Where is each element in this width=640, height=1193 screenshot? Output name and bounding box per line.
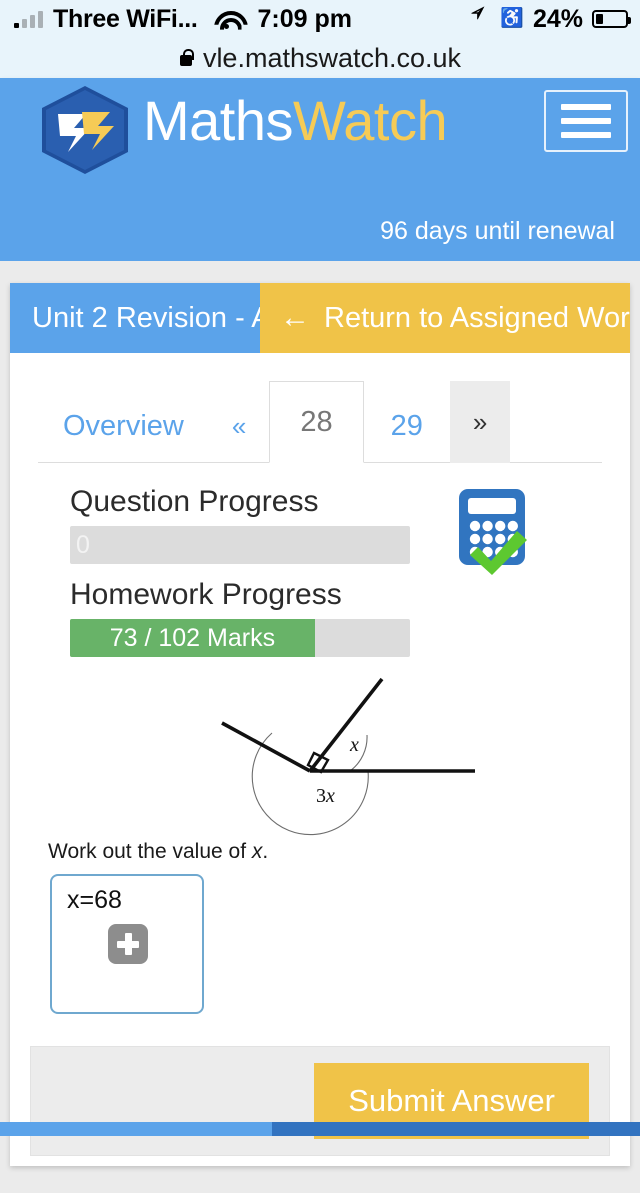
- question-pagination-tabs: Overview « 28 29 »: [38, 381, 602, 463]
- battery-percent-label: 24%: [532, 4, 583, 33]
- submit-bar: Submit Answer: [30, 1046, 610, 1156]
- question-progress-value: 0: [76, 530, 90, 559]
- headphones-icon: ♿: [500, 7, 524, 29]
- prompt-prefix: Work out the value of: [48, 840, 252, 863]
- return-label: Return to Assigned Work: [324, 301, 630, 334]
- brand-maths: Maths: [143, 89, 294, 152]
- url-text: vle.mathswatch.co.uk: [202, 42, 462, 73]
- homework-progress-label: Homework Progress: [70, 578, 342, 611]
- brand-wordmark: MathsWatch: [143, 88, 448, 153]
- question-progress-bar: 0: [70, 526, 410, 564]
- bottom-bar-right-segment: [272, 1122, 640, 1136]
- browser-address-bar[interactable]: vle.mathswatch.co.uk: [0, 38, 640, 78]
- bottom-bar-left-segment: [0, 1122, 272, 1136]
- status-bar-left: Three WiFi... 7:09 pm: [0, 5, 352, 34]
- homework-progress-value: 73 / 102 Marks: [70, 619, 315, 657]
- angle-label-3x: 3x: [316, 785, 335, 807]
- status-bar-clock: 7:09 pm: [257, 4, 352, 33]
- return-to-assigned-work-button[interactable]: ← Return to Assigned Work: [260, 283, 630, 353]
- location-arrow-icon: [473, 10, 491, 28]
- cellular-signal-icon: [14, 10, 43, 28]
- tab-prev[interactable]: «: [209, 390, 269, 462]
- arrow-left-icon: ←: [280, 301, 310, 334]
- answer-value: x=68: [67, 886, 122, 914]
- prompt-variable: x: [251, 840, 263, 863]
- bottom-progress-bar: [0, 1122, 640, 1136]
- ios-status-bar: Three WiFi... 7:09 pm ♿ 24%: [0, 0, 640, 38]
- site-header: MathsWatch: [0, 78, 640, 183]
- lock-icon: [179, 48, 194, 68]
- homework-progress-bar: 73 / 102 Marks: [70, 619, 410, 657]
- progress-section: Question Progress 0 Homework Progress 73…: [10, 485, 630, 657]
- question-prompt: Work out the value of x.: [48, 840, 630, 864]
- battery-icon: [592, 10, 631, 28]
- status-bar-right: ♿ 24%: [473, 0, 631, 38]
- mathswatch-logo-icon[interactable]: [38, 84, 132, 176]
- calculator-allowed-icon: [455, 487, 537, 579]
- brand-watch: Watch: [293, 89, 448, 152]
- tab-28[interactable]: 28: [269, 381, 364, 463]
- angle-label-x: x: [349, 734, 359, 756]
- geometry-diagram: x 3x: [10, 671, 630, 836]
- question-progress-label: Question Progress: [70, 485, 319, 518]
- assignment-card: Unit 2 Revision - A ← Return to Assigned…: [10, 283, 630, 1166]
- plus-icon[interactable]: [108, 924, 148, 964]
- tab-29[interactable]: 29: [364, 390, 450, 462]
- page-background: Unit 2 Revision - A ← Return to Assigned…: [0, 261, 640, 1193]
- tab-overview[interactable]: Overview: [38, 390, 209, 462]
- assignment-title: Unit 2 Revision - A: [10, 283, 260, 353]
- carrier-label: Three WiFi...: [53, 4, 198, 33]
- assignment-title-row: Unit 2 Revision - A ← Return to Assigned…: [10, 283, 630, 353]
- header-renewal-strip: 96 days until renewal: [0, 183, 640, 261]
- wifi-icon: [214, 10, 240, 29]
- answer-input-box[interactable]: x=68: [50, 874, 204, 1014]
- tab-next[interactable]: »: [449, 381, 511, 463]
- hamburger-menu-icon[interactable]: [544, 90, 628, 152]
- prompt-suffix: .: [262, 840, 269, 863]
- renewal-notice: 96 days until renewal: [380, 217, 615, 245]
